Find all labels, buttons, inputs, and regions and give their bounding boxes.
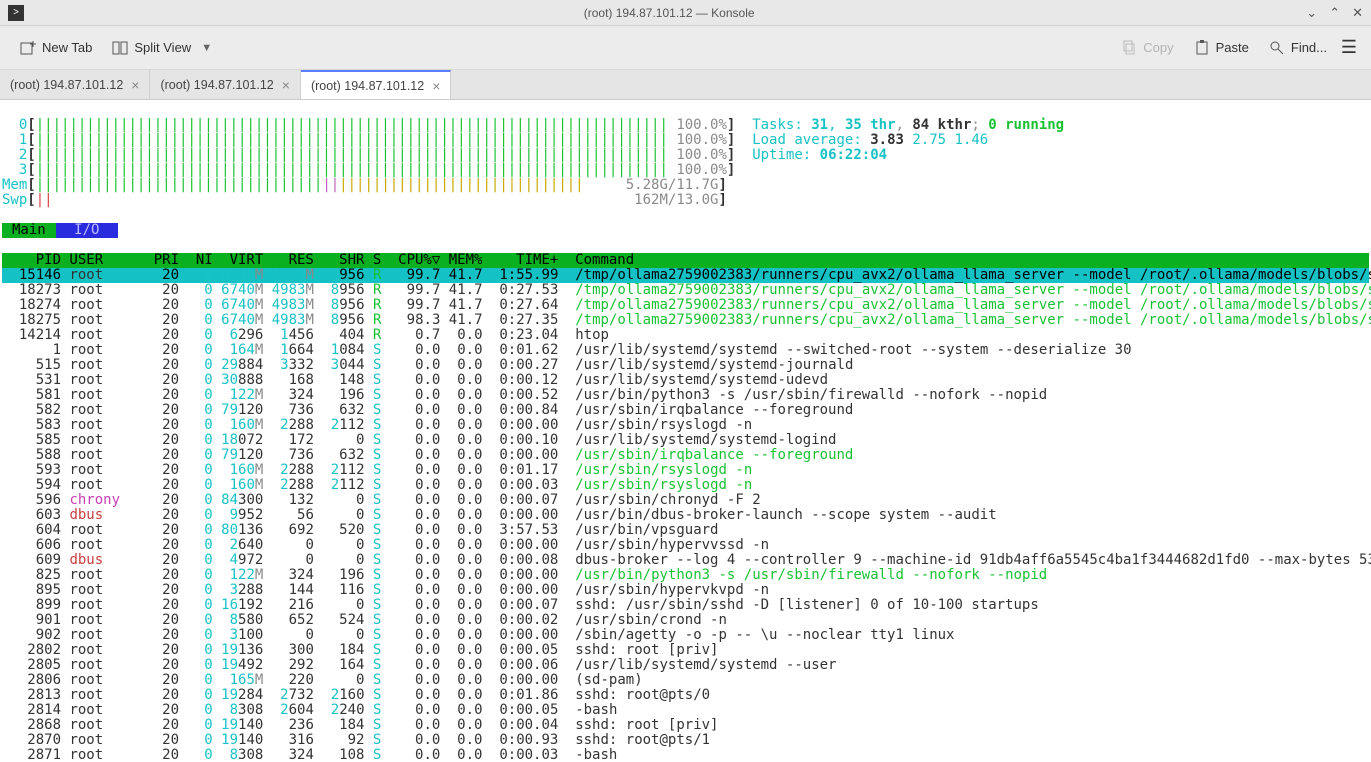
session-tab[interactable]: (root) 194.87.101.12 × (150, 70, 300, 99)
process-row[interactable]: 588 root 20 0 79120 736 632 S 0.0 0.0 0:… (2, 447, 853, 463)
session-tab[interactable]: (root) 194.87.101.12 × (0, 70, 150, 99)
paste-icon (1194, 40, 1210, 56)
close-icon[interactable]: × (432, 78, 440, 94)
process-row[interactable]: 18275 root 20 0 6740M 4983M 8956 R 98.3 … (2, 312, 1371, 328)
process-row[interactable]: 582 root 20 0 79120 736 632 S 0.0 0.0 0:… (2, 402, 853, 418)
find-label: Find... (1291, 40, 1327, 55)
session-tab[interactable]: (root) 194.87.101.12 × (301, 70, 451, 99)
split-view-icon (112, 40, 128, 56)
process-row[interactable]: 825 root 20 0 122M 324 196 S 0.0 0.0 0:0… (2, 567, 1047, 583)
process-row[interactable]: 2871 root 20 0 8308 324 108 S 0.0 0.0 0:… (2, 747, 617, 762)
tab-label: (root) 194.87.101.12 (311, 79, 424, 93)
search-icon (1269, 40, 1285, 56)
column-header[interactable]: PID USER PRI NI VIRT RES SHR S CPU%▽ MEM… (2, 253, 1369, 268)
split-view-button[interactable]: Split View ▼ (102, 36, 222, 60)
process-row[interactable]: 581 root 20 0 122M 324 196 S 0.0 0.0 0:0… (2, 387, 1047, 403)
process-row[interactable]: 583 root 20 0 160M 2288 2112 S 0.0 0.0 0… (2, 417, 752, 433)
process-row[interactable]: 2802 root 20 0 19136 300 184 S 0.0 0.0 0… (2, 642, 718, 658)
titlebar: > (root) 194.87.101.12 — Konsole ⌄ ⌃ ✕ (0, 0, 1371, 26)
copy-label: Copy (1143, 40, 1173, 55)
htop-tab-io[interactable]: I/O (56, 223, 118, 238)
new-tab-button[interactable]: New Tab (10, 36, 102, 60)
paste-label: Paste (1216, 40, 1249, 55)
tab-label: (root) 194.87.101.12 (10, 78, 123, 92)
process-row[interactable]: 531 root 20 0 30888 168 148 S 0.0 0.0 0:… (2, 372, 828, 388)
process-row[interactable]: 594 root 20 0 160M 2288 2112 S 0.0 0.0 0… (2, 477, 752, 493)
process-row[interactable]: 593 root 20 0 160M 2288 2112 S 0.0 0.0 0… (2, 462, 752, 478)
paste-button[interactable]: Paste (1184, 36, 1259, 60)
process-row[interactable]: 585 root 20 0 18072 172 0 S 0.0 0.0 0:00… (2, 432, 836, 448)
process-row[interactable]: 901 root 20 0 8580 652 524 S 0.0 0.0 0:0… (2, 612, 727, 628)
app-icon: > (8, 5, 24, 21)
window-title: (root) 194.87.101.12 — Konsole (32, 6, 1306, 20)
process-row[interactable]: 2805 root 20 0 19492 292 164 S 0.0 0.0 0… (2, 657, 836, 673)
htop-tab-main[interactable]: Main (2, 223, 56, 238)
process-row[interactable]: 603 dbus 20 0 9952 56 0 S 0.0 0.0 0:00.0… (2, 507, 997, 523)
process-row[interactable]: 2870 root 20 0 19140 316 92 S 0.0 0.0 0:… (2, 732, 710, 748)
process-row[interactable]: 596 chrony 20 0 84300 132 0 S 0.0 0.0 0:… (2, 492, 761, 508)
process-row[interactable]: 2868 root 20 0 19140 236 184 S 0.0 0.0 0… (2, 717, 718, 733)
process-row[interactable]: 18273 root 20 0 6740M 4983M 8956 R 99.7 … (2, 282, 1371, 298)
hamburger-menu-button[interactable]: ☰ (1337, 37, 1361, 58)
process-row[interactable]: 1 root 20 0 164M 1664 1084 S 0.0 0.0 0:0… (2, 342, 1132, 358)
process-row[interactable]: 515 root 20 0 29884 3332 3044 S 0.0 0.0 … (2, 357, 853, 373)
tab-label: (root) 194.87.101.12 (160, 78, 273, 92)
process-row[interactable]: 2806 root 20 0 165M 220 0 S 0.0 0.0 0:00… (2, 672, 643, 688)
process-row[interactable]: 604 root 20 0 80136 692 520 S 0.0 0.0 3:… (2, 522, 718, 538)
maximize-icon[interactable]: ⌃ (1329, 5, 1340, 21)
process-row[interactable]: 15146 root 20 0 6740M 4983M 8956 R 99.7 … (2, 268, 1369, 283)
copy-icon (1121, 40, 1137, 56)
find-button[interactable]: Find... (1259, 36, 1337, 60)
process-row[interactable]: 899 root 20 0 16192 216 0 S 0.0 0.0 0:00… (2, 597, 1039, 613)
close-icon[interactable]: ✕ (1352, 5, 1363, 21)
split-view-label: Split View (134, 40, 191, 55)
terminal[interactable]: 0[||||||||||||||||||||||||||||||||||||||… (0, 100, 1371, 762)
process-row[interactable]: 18274 root 20 0 6740M 4983M 8956 R 99.7 … (2, 297, 1371, 313)
minimize-icon[interactable]: ⌄ (1306, 5, 1317, 21)
process-row[interactable]: 902 root 20 0 3100 0 0 S 0.0 0.0 0:00.00… (2, 627, 954, 643)
chevron-down-icon: ▼ (201, 42, 212, 54)
process-row[interactable]: 2813 root 20 0 19284 2732 2160 S 0.0 0.0… (2, 687, 710, 703)
tabbar: (root) 194.87.101.12×(root) 194.87.101.1… (0, 70, 1371, 100)
new-tab-label: New Tab (42, 40, 92, 55)
process-row[interactable]: 895 root 20 0 3288 144 116 S 0.0 0.0 0:0… (2, 582, 769, 598)
process-row[interactable]: 606 root 20 0 2640 0 0 S 0.0 0.0 0:00.00… (2, 537, 769, 553)
copy-button[interactable]: Copy (1111, 36, 1183, 60)
new-tab-icon (20, 40, 36, 56)
toolbar: New Tab Split View ▼ Copy Paste Find... … (0, 26, 1371, 70)
process-row[interactable]: 609 dbus 20 0 4972 0 0 S 0.0 0.0 0:00.08… (2, 552, 1371, 568)
close-icon[interactable]: × (282, 77, 290, 93)
process-row[interactable]: 2814 root 20 0 8308 2604 2240 S 0.0 0.0 … (2, 702, 617, 718)
process-row[interactable]: 14214 root 20 0 6296 1456 404 R 0.7 0.0 … (2, 327, 609, 343)
close-icon[interactable]: × (131, 77, 139, 93)
